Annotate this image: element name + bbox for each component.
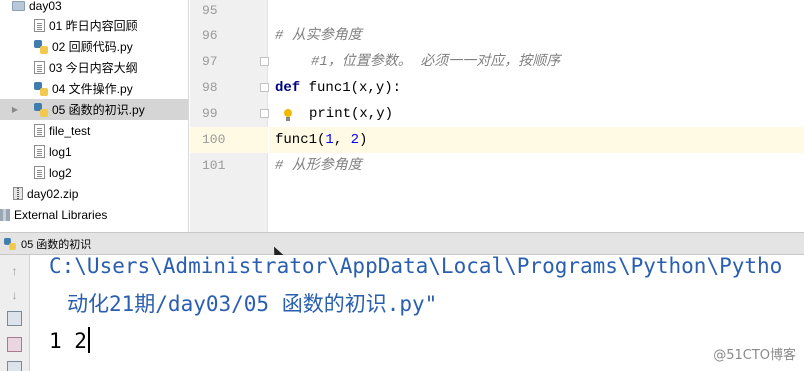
line-number: 98	[202, 80, 218, 95]
code-text: func1(	[275, 132, 326, 148]
code-comment: # 从形参角度	[275, 158, 362, 174]
tree-item-label: day03	[29, 0, 62, 13]
tree-item-label: day02.zip	[27, 186, 79, 201]
tree-item-day03[interactable]: day03	[0, 0, 188, 16]
text-file-icon	[34, 124, 45, 137]
fold-marker-icon[interactable]	[260, 109, 269, 118]
tree-item-03[interactable]: 03 今日内容大纲	[0, 57, 188, 78]
tree-item-label: 03 今日内容大纲	[49, 61, 138, 75]
line-number: 99	[202, 106, 218, 121]
python-file-icon	[34, 81, 48, 96]
editor-gutter: 95 96 97 98 99 100 101	[190, 0, 269, 232]
code-line: #1，位置参数。 必须一一对应，按顺序	[269, 49, 804, 75]
code-editor[interactable]: # 从实参角度 #1，位置参数。 必须一一对应，按顺序 def func1(x,…	[269, 0, 804, 232]
text-file-icon	[34, 166, 45, 179]
print-icon[interactable]	[7, 337, 22, 352]
run-toolstrip: ↑ ↓	[0, 255, 30, 371]
python-file-icon	[34, 102, 48, 117]
line-number: 95	[202, 3, 218, 18]
code-number: 1	[325, 132, 334, 148]
code-comment: #1，位置参数。 必须一一对应，按顺序	[311, 54, 561, 70]
tree-item-label: 02 回顾代码.py	[52, 40, 133, 54]
tree-item-label: log2	[49, 165, 72, 180]
console-output: 1 2	[49, 327, 90, 353]
text-file-icon	[34, 145, 45, 158]
code-line: # 从实参角度	[269, 23, 804, 49]
text-caret	[87, 327, 90, 353]
code-number: 2	[350, 132, 360, 148]
console-path-line: C:\Users\Administrator\AppData\Local\Pro…	[49, 255, 783, 278]
run-console[interactable]: C:\Users\Administrator\AppData\Local\Pro…	[31, 255, 804, 371]
code-line: def func1(x,y):	[269, 75, 804, 101]
up-arrow-icon[interactable]: ↑	[7, 263, 22, 278]
code-text: ,	[333, 132, 351, 148]
line-number: 96	[202, 28, 218, 43]
tree-item-02[interactable]: 02 回顾代码.py	[0, 36, 188, 57]
text-file-icon	[34, 19, 45, 32]
tree-item-log1[interactable]: log1	[0, 141, 188, 162]
tree-item-day02-zip[interactable]: day02.zip	[0, 183, 188, 204]
line-number: 97	[202, 54, 218, 69]
lightbulb-icon[interactable]	[283, 109, 293, 122]
code-keyword: def	[275, 80, 301, 96]
project-tree: day03 01 昨日内容回顾 02 回顾代码.py 03 今日内容大纲 04 …	[0, 0, 189, 232]
tree-item-label: 01 昨日内容回顾	[49, 19, 138, 33]
tree-item-label: 04 文件操作.py	[52, 82, 133, 96]
tree-item-05[interactable]: ▶ 05 函数的初识.py	[0, 99, 188, 120]
zip-file-icon	[13, 187, 23, 200]
console-output-text: 1 2	[49, 329, 87, 353]
expand-arrow-icon[interactable]: ▶	[10, 105, 20, 114]
code-line: # 从形参角度	[269, 153, 804, 179]
trash-icon[interactable]	[7, 361, 22, 371]
tree-item-label: External Libraries	[14, 207, 108, 222]
text-file-icon	[34, 61, 45, 74]
down-arrow-icon[interactable]: ↓	[7, 287, 22, 302]
code-line: print(x,y)	[269, 101, 804, 127]
tree-item-04[interactable]: 04 文件操作.py	[0, 78, 188, 99]
library-icon	[0, 208, 10, 221]
console-path-line: 动化21期/day03/05 函数的初识.py"	[67, 292, 438, 316]
tree-item-label: 05 函数的初识.py	[52, 103, 145, 117]
run-tab-bar: 05 函数的初识	[0, 232, 804, 255]
tree-item-file-test[interactable]: file_test	[0, 120, 188, 141]
tree-item-01[interactable]: 01 昨日内容回顾	[0, 15, 188, 36]
code-text: func1(x,y):	[300, 80, 402, 96]
folder-icon	[12, 0, 25, 11]
tree-item-log2[interactable]: log2	[0, 162, 188, 183]
code-text: print(x,y)	[309, 106, 394, 122]
code-comment: # 从实参角度	[275, 28, 362, 44]
python-file-icon	[4, 237, 16, 250]
fold-marker-icon[interactable]	[260, 57, 269, 66]
python-file-icon	[34, 39, 48, 54]
run-tab-label[interactable]: 05 函数的初识	[21, 236, 91, 252]
code-line-current: func1(1, 2)	[269, 127, 804, 153]
line-number-current: 100	[190, 127, 268, 153]
tree-item-label: file_test	[49, 123, 91, 138]
line-number: 101	[202, 158, 226, 173]
fold-marker-icon[interactable]	[260, 83, 269, 92]
tree-item-external-libraries[interactable]: External Libraries	[0, 204, 188, 225]
watermark: @51CTO博客	[713, 348, 796, 363]
tree-item-label: log1	[49, 144, 72, 159]
code-text: )	[359, 132, 368, 148]
soft-wrap-icon[interactable]	[7, 311, 22, 326]
